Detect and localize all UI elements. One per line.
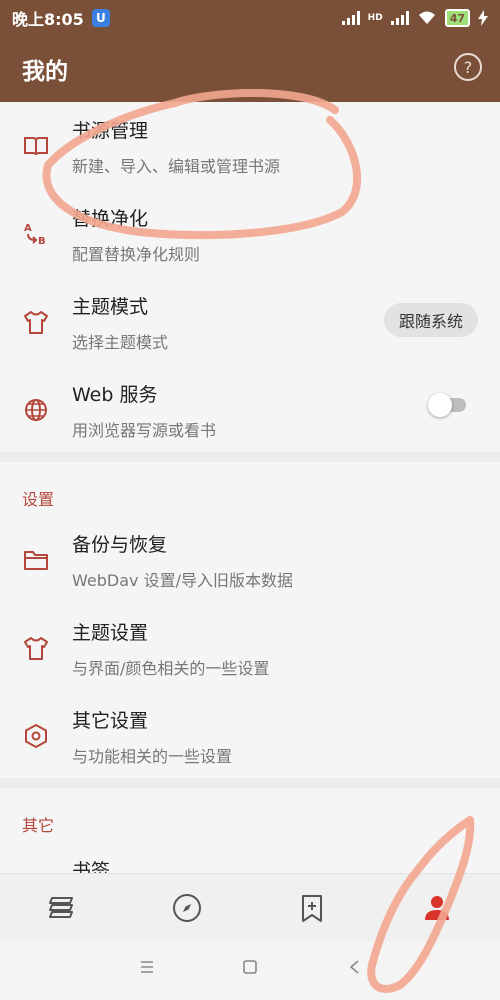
item-subtitle: 用浏览器写源或看书 <box>72 421 217 440</box>
tshirt-icon <box>24 637 48 660</box>
menu-icon[interactable] <box>139 959 155 975</box>
back-icon[interactable] <box>347 959 363 975</box>
item-title: 书源管理 <box>72 120 149 142</box>
book-open-icon <box>24 137 48 156</box>
item-title: 主题模式 <box>72 296 149 318</box>
toggle-knob <box>428 393 452 417</box>
folder-icon <box>24 551 48 570</box>
home-icon[interactable] <box>242 959 258 975</box>
section-header-other: 其它 <box>22 816 55 835</box>
svg-text:B: B <box>38 236 46 247</box>
page-title: 我的 <box>22 59 68 85</box>
other-card: 其它 书签 <box>0 788 500 878</box>
item-backup-restore[interactable]: 备份与恢复 WebDav 设置/导入旧版本数据 <box>0 516 500 604</box>
bottom-nav <box>0 873 500 942</box>
item-subtitle: 与功能相关的一些设置 <box>72 747 233 766</box>
person-icon[interactable] <box>421 892 453 924</box>
bookmark-add-icon[interactable] <box>296 892 328 924</box>
item-subtitle: 与界面/颜色相关的一些设置 <box>72 659 270 678</box>
settings-card: 设置 备份与恢复 WebDav 设置/导入旧版本数据 主题设置 与界面/颜色相关… <box>0 462 500 778</box>
svg-text:A: A <box>24 223 32 234</box>
item-web-service[interactable]: Web 服务 用浏览器写源或看书 <box>0 366 500 454</box>
battery-icon: 47 <box>444 9 470 27</box>
item-subtitle: WebDav 设置/导入旧版本数据 <box>72 571 293 590</box>
item-book-source[interactable]: 书源管理 新建、导入、编辑或管理书源 <box>0 102 500 190</box>
compass-icon[interactable] <box>171 892 203 924</box>
section-header-settings: 设置 <box>22 490 55 509</box>
web-service-toggle[interactable] <box>428 393 466 417</box>
main-card: 书源管理 新建、导入、编辑或管理书源 A B 替换净化 配置替换净化规则 主题模… <box>0 102 500 452</box>
network-label: HD <box>367 13 383 23</box>
item-title: Web 服务 <box>72 384 158 406</box>
app-badge-icon: U <box>91 9 110 27</box>
signal-icon-2 <box>390 11 409 25</box>
globe-icon <box>25 399 47 421</box>
hexagon-settings-icon <box>25 724 47 748</box>
item-title: 其它设置 <box>72 710 149 732</box>
system-nav-bar <box>0 941 500 1000</box>
tshirt-icon <box>24 311 48 334</box>
item-title: 主题设置 <box>72 622 149 644</box>
signal-icon <box>341 11 360 25</box>
charging-icon <box>478 10 488 26</box>
bookshelf-icon[interactable] <box>46 892 78 924</box>
item-subtitle: 配置替换净化规则 <box>72 245 201 264</box>
theme-mode-select[interactable]: 跟随系统 <box>383 303 478 337</box>
replace-ab-icon: A B <box>24 223 46 247</box>
item-other-settings[interactable]: 其它设置 与功能相关的一些设置 <box>0 692 500 780</box>
status-bar: 晚上8:05 U HD 47 <box>0 0 500 36</box>
item-title: 备份与恢复 <box>72 534 168 556</box>
item-subtitle: 新建、导入、编辑或管理书源 <box>72 157 281 176</box>
item-subtitle: 选择主题模式 <box>72 333 169 352</box>
wifi-icon <box>418 11 435 24</box>
app-bar: 我的 ? <box>0 36 500 102</box>
question-circle-icon[interactable]: ? <box>454 53 482 81</box>
battery-level: 47 <box>449 11 465 25</box>
item-title: 替换净化 <box>72 208 149 230</box>
status-time: 晚上8:05 <box>12 10 84 29</box>
item-theme-settings[interactable]: 主题设置 与界面/颜色相关的一些设置 <box>0 604 500 692</box>
item-replace-rules[interactable]: A B 替换净化 配置替换净化规则 <box>0 190 500 278</box>
